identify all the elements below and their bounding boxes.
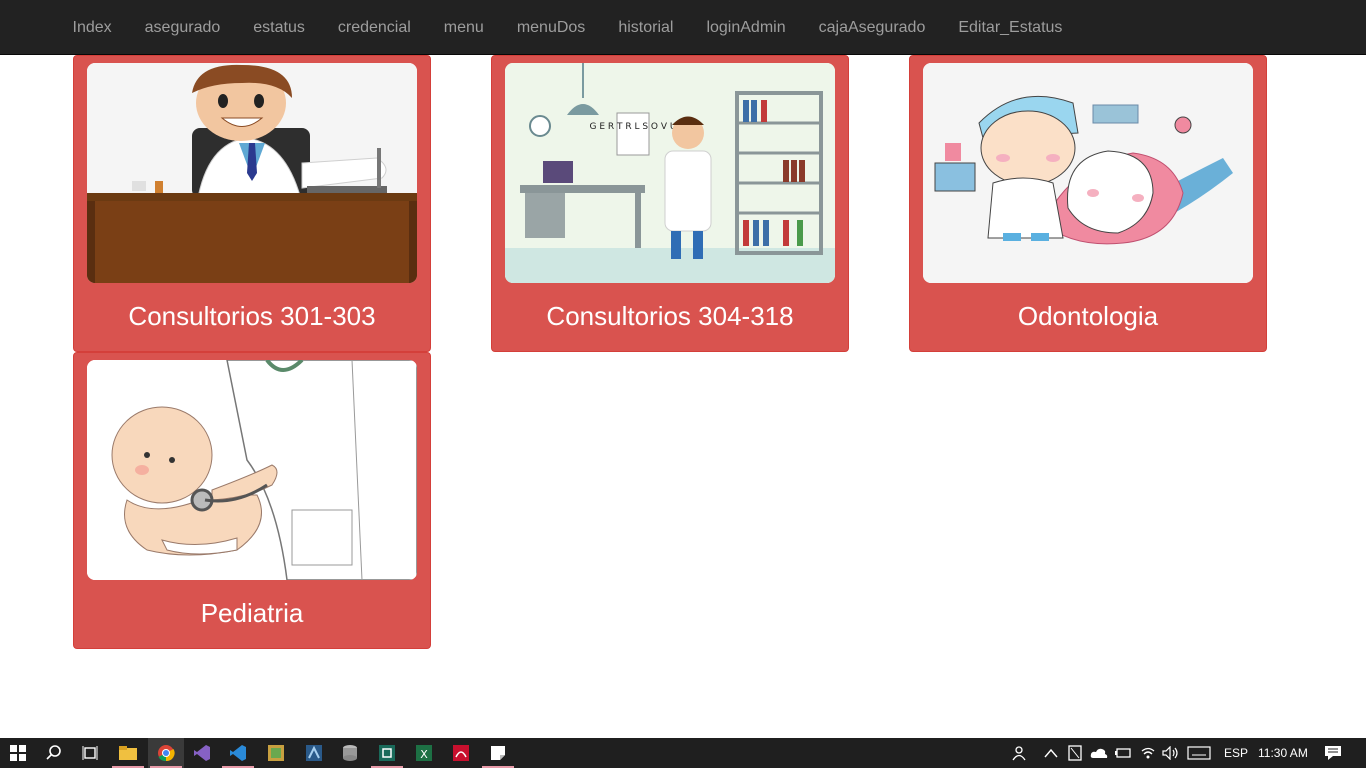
dentist-with-tooth-image — [923, 63, 1253, 283]
nav-item-menu[interactable]: menu — [427, 0, 500, 55]
card-consultorios-301-303[interactable]: Consultorios 301-303 — [73, 55, 431, 352]
security-icon[interactable] — [1068, 738, 1082, 768]
nav-item-menudos[interactable]: menuDos — [500, 0, 601, 55]
app-icon-2[interactable] — [296, 738, 332, 768]
volume-icon[interactable] — [1162, 738, 1180, 768]
excel-icon[interactable]: X — [406, 738, 442, 768]
card-odontologia[interactable]: Odontologia — [909, 55, 1267, 352]
doctor-examining-baby-image — [87, 360, 417, 580]
battery-icon[interactable] — [1114, 738, 1132, 768]
card-label: Consultorios 304-318 — [546, 301, 794, 331]
nav-item-credencial[interactable]: credencial — [321, 0, 427, 55]
svg-text:X: X — [420, 748, 428, 761]
card-label: Odontologia — [1017, 301, 1159, 331]
language-indicator[interactable]: ESP — [1224, 738, 1248, 768]
search-icon[interactable] — [36, 738, 72, 768]
acrobat-icon[interactable] — [443, 738, 479, 768]
vscode-icon[interactable] — [220, 738, 256, 768]
card-label: Pediatria — [200, 598, 304, 628]
nav-item-cajaasegurado[interactable]: cajaAsegurado — [802, 0, 942, 55]
nav-list: Index asegurado estatus credencial menu … — [0, 0, 1366, 55]
doctor-in-office-image: G E R T R L S O V U — [505, 63, 835, 283]
card-consultorios-304-318[interactable]: G E R T R L S O V U Consultorios 304-318 — [491, 55, 849, 352]
keyboard-icon[interactable] — [1187, 738, 1211, 768]
onedrive-icon[interactable] — [1090, 738, 1108, 768]
people-icon[interactable] — [1012, 738, 1030, 768]
windows-taskbar: X ESP 11:30 AM — [0, 738, 1366, 768]
card-pediatria[interactable]: Pediatria — [73, 352, 431, 649]
nav-item-estatus[interactable]: estatus — [237, 0, 322, 55]
database-icon[interactable] — [332, 738, 368, 768]
chrome-icon[interactable] — [148, 738, 184, 768]
app-icon[interactable] — [258, 738, 294, 768]
wifi-icon[interactable] — [1140, 738, 1156, 768]
system-clock[interactable]: 11:30 AM — [1258, 738, 1308, 768]
sticky-notes-icon[interactable] — [480, 738, 516, 768]
eye-chart-letters-g: G E R T R L S O V U — [590, 122, 677, 132]
windows-start-icon[interactable] — [0, 738, 36, 768]
nav-item-asegurado[interactable]: asegurado — [128, 0, 237, 55]
visual-studio-icon[interactable] — [184, 738, 220, 768]
nav-item-historial[interactable]: historial — [602, 0, 690, 55]
doctor-at-desk-image — [87, 63, 417, 283]
card-label: Consultorios 301-303 — [128, 301, 376, 331]
file-explorer-icon[interactable] — [110, 738, 146, 768]
chevron-up-icon[interactable] — [1044, 738, 1058, 768]
notifications-icon[interactable] — [1324, 738, 1342, 768]
task-view-icon[interactable] — [72, 738, 108, 768]
nav-item-editar-estatus[interactable]: Editar_Estatus — [942, 0, 1079, 55]
app-icon-3[interactable] — [369, 738, 405, 768]
nav-item-loginadmin[interactable]: loginAdmin — [690, 0, 802, 55]
nav-item-index[interactable]: Index — [56, 0, 128, 55]
top-navbar: Index asegurado estatus credencial menu … — [0, 0, 1366, 55]
